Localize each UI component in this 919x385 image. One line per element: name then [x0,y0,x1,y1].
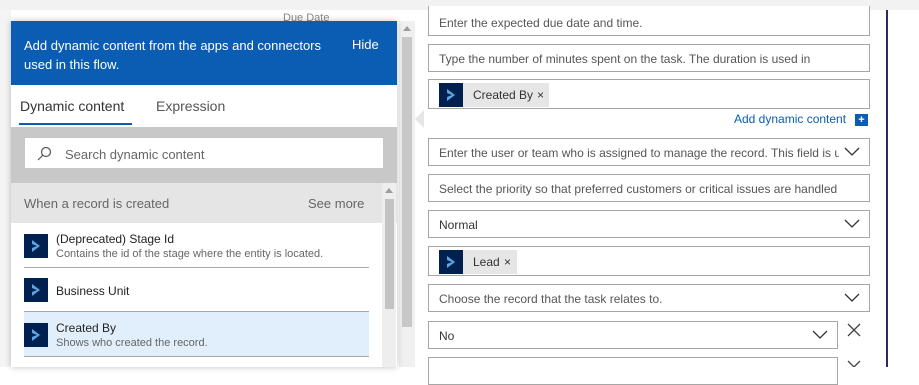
yes-no-dropdown[interactable]: No [428,321,838,349]
regarding-type-field[interactable]: Lead × [428,246,870,276]
regarding-dropdown[interactable]: Choose the record that the task relates … [428,284,870,312]
search-input[interactable]: Search dynamic content [24,137,384,169]
yes-no-value: No [439,329,455,343]
add-dynamic-content-link[interactable]: Add dynamic content [734,112,846,126]
dynamic-content-panel: Add dynamic content from the apps and co… [11,21,397,367]
scroll-up-arrow[interactable] [385,188,393,193]
scroll-up-arrow[interactable] [403,26,411,31]
dynamics-icon [24,323,48,347]
priority-value: Normal [439,218,478,232]
priority-dropdown[interactable]: Normal [428,210,870,238]
duration-placeholder: Type the number of minutes spent on the … [439,52,811,66]
chevron-down-icon[interactable] [844,219,860,229]
list-item[interactable]: (Deprecated) Stage Id Contains the id of… [24,223,369,268]
list-item-name: (Deprecated) Stage Id [56,232,175,246]
panel-header-message: Add dynamic content from the apps and co… [24,38,322,72]
list-item-name: Created By [56,321,117,335]
lead-token: Lead × [439,250,517,274]
panel-header: Add dynamic content from the apps and co… [11,21,397,85]
list-item-description: Contains the id of the stage where the e… [56,248,324,260]
close-icon[interactable] [846,359,862,367]
add-dynamic-content-icon[interactable]: + [855,114,868,126]
scrollbar-thumb[interactable] [402,37,412,327]
chevron-down-icon[interactable] [844,293,860,303]
chevron-down-icon[interactable] [844,147,860,157]
panel-tabs: Dynamic content Expression [11,85,397,127]
dynamics-icon [24,278,48,302]
priority-description-field: Select the priority so that preferred cu… [428,174,870,202]
list-scrollbar[interactable] [382,183,396,367]
search-icon [37,146,52,161]
created-by-token-label: Created By [473,88,534,102]
scrollbar-thumb[interactable] [385,199,394,309]
regarding-placeholder: Choose the record that the task relates … [439,292,663,306]
token-remove-button[interactable]: × [537,88,544,102]
search-placeholder: Search dynamic content [65,147,205,162]
see-more-link[interactable]: See more [308,196,364,211]
dynamics-icon [24,234,48,258]
priority-placeholder: Select the priority so that preferred cu… [439,182,838,196]
search-area: Search dynamic content [11,127,397,183]
due-date-field[interactable]: Enter the expected due date and time. [428,6,870,36]
list-item[interactable]: Business Unit [24,268,369,312]
next-field[interactable] [428,357,838,385]
dynamics-icon [439,250,463,274]
section-header: When a record is created See more [11,183,397,223]
list-item-name: Business Unit [56,284,130,298]
section-title: When a record is created [24,196,170,211]
token-remove-button[interactable]: × [504,255,511,269]
chevron-down-icon[interactable] [812,330,828,340]
list-item[interactable]: Created By Shows who created the record. [24,312,369,357]
dynamics-icon [439,83,463,107]
created-by-token: Created By × [439,83,549,107]
panel-callout-arrow [415,110,424,128]
left-edge [0,10,11,367]
list-item-description: Shows who created the record. [56,337,208,349]
search-scrollbar [393,127,397,183]
close-icon[interactable] [846,322,862,338]
owner-placeholder: Enter the user or team who is assigned t… [439,146,839,160]
duration-field[interactable]: Type the number of minutes spent on the … [428,44,870,72]
assigned-to-field[interactable]: Created By × [428,79,870,109]
tab-dynamic-content[interactable]: Dynamic content [20,98,124,114]
panel-outer-scrollbar[interactable] [399,21,415,367]
owner-field[interactable]: Enter the user or team who is assigned t… [428,138,870,166]
due-date-placeholder: Enter the expected due date and time. [439,16,643,30]
active-tab-indicator [19,123,132,125]
hide-button[interactable]: Hide [352,37,379,52]
tab-expression[interactable]: Expression [156,98,225,114]
lead-token-label: Lead [473,255,500,269]
